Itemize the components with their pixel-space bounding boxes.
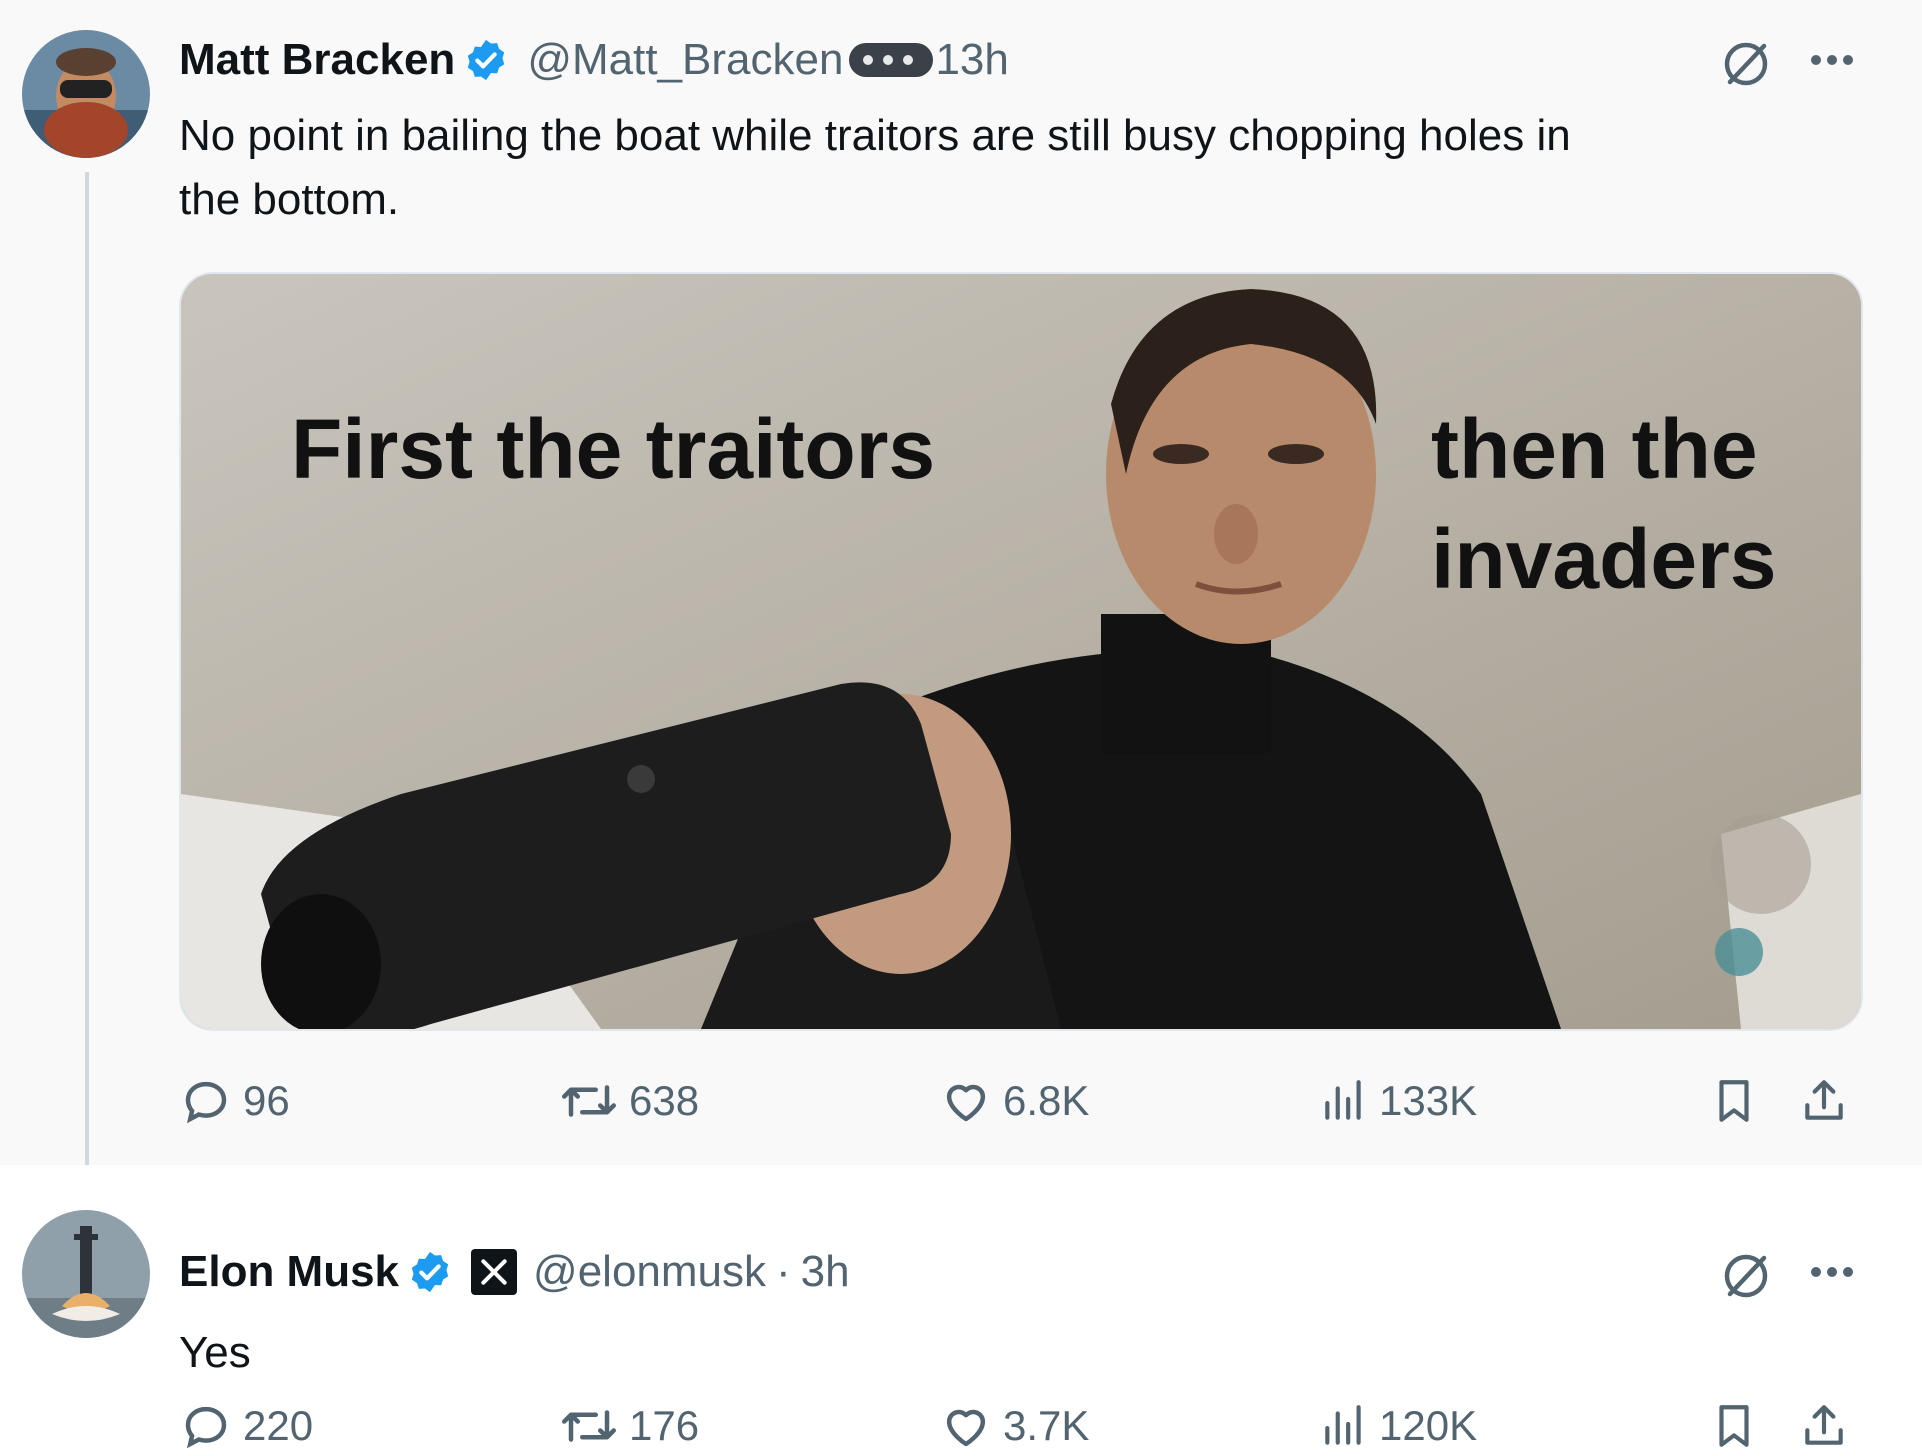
more-icon[interactable] (1808, 1264, 1856, 1280)
tweet-text-line-1: No point in bailing the boat while trait… (179, 111, 1571, 160)
grok-icon[interactable] (1720, 38, 1772, 90)
tweet-header: Matt Bracken @Matt_Bracken 13h (179, 30, 1009, 90)
tweet-actions: 220 176 3.7K 120K (179, 1396, 1859, 1456)
reply-button[interactable]: 220 (179, 1396, 313, 1456)
more-icon[interactable] (1808, 52, 1856, 68)
views-icon (1325, 1080, 1361, 1120)
repost-button[interactable]: 638 (559, 1071, 699, 1131)
bookmark-button[interactable] (1709, 1396, 1769, 1456)
avatar-matt-bracken[interactable] (22, 30, 150, 158)
tweet-header: Elon Musk @elonmusk · 3h (179, 1242, 850, 1302)
reply-icon (185, 1081, 227, 1124)
reply-button[interactable]: 96 (179, 1071, 290, 1131)
repost-count: 176 (629, 1402, 700, 1449)
reply-count: 96 (243, 1077, 290, 1124)
reply-count: 220 (243, 1402, 314, 1449)
tweet-text: Yes (179, 1328, 251, 1377)
like-count: 3.7K (1003, 1402, 1090, 1449)
views-count: 120K (1379, 1402, 1478, 1449)
x-logo-icon (471, 1249, 518, 1295)
share-icon (1805, 1080, 1843, 1120)
meme-caption-left: First the traitors (291, 402, 936, 496)
tweet-time[interactable]: 3h (801, 1247, 850, 1297)
like-icon (946, 1084, 986, 1122)
grok-icon[interactable] (1720, 1250, 1772, 1302)
repost-icon (562, 1410, 616, 1442)
tweet-time[interactable]: 13h (935, 35, 1008, 85)
views-icon (1325, 1405, 1361, 1445)
views-button[interactable]: 133K (1319, 1071, 1477, 1131)
blurred-badge (849, 43, 934, 77)
meme-caption-right-line-2: invaders (1431, 512, 1777, 606)
share-button[interactable] (1799, 1071, 1859, 1131)
bookmark-button[interactable] (1709, 1071, 1769, 1131)
separator-dot: · (776, 1247, 791, 1296)
like-count: 6.8K (1003, 1077, 1090, 1124)
reply-icon (185, 1406, 227, 1449)
tweet-media-image[interactable]: First the traitors then the invaders (179, 272, 1863, 1031)
tweet-actions: 96 638 6.8K 133K (179, 1071, 1859, 1131)
like-button[interactable]: 3.7K (939, 1396, 1089, 1456)
bookmark-icon (1719, 1405, 1749, 1447)
author-handle[interactable]: @Matt_Bracken (527, 35, 843, 85)
meme-caption-right-line-1: then the (1431, 402, 1758, 496)
share-button[interactable] (1799, 1396, 1859, 1456)
views-count: 133K (1379, 1077, 1478, 1124)
tweet-matt-bracken[interactable]: Matt Bracken @Matt_Bracken 13h No point … (0, 0, 1922, 1182)
like-button[interactable]: 6.8K (939, 1071, 1089, 1131)
verified-badge-icon (468, 39, 505, 81)
bookmark-icon (1719, 1080, 1749, 1122)
tweet-text: No point in bailing the boat while trait… (179, 104, 1571, 232)
share-icon (1805, 1405, 1843, 1445)
like-icon (946, 1409, 986, 1447)
verified-badge-icon (411, 1251, 449, 1293)
tweet-text-line-2: the bottom. (179, 175, 400, 224)
author-handle[interactable]: @elonmusk (533, 1247, 766, 1297)
repost-count: 638 (629, 1077, 700, 1124)
author-name[interactable]: Elon Musk (179, 1247, 399, 1297)
author-name[interactable]: Matt Bracken (179, 35, 455, 85)
views-button[interactable]: 120K (1319, 1396, 1477, 1456)
avatar-elon-musk[interactable] (22, 1210, 150, 1338)
repost-button[interactable]: 176 (559, 1396, 699, 1456)
repost-icon (562, 1085, 616, 1117)
tweet-elon-musk[interactable]: Elon Musk @elonmusk · 3h Yes 220 176 3.7… (0, 1165, 1922, 1456)
thread-line (85, 172, 89, 1182)
